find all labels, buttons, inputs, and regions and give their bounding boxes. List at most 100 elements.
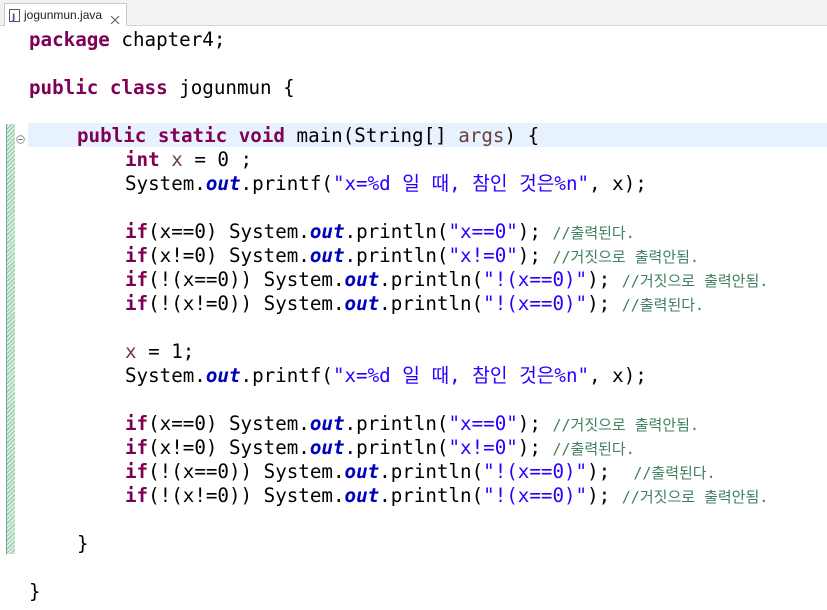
code-text: chapter4; — [109, 28, 226, 51]
code-text: System. — [228, 244, 310, 267]
code-line-int-decl: int x = 0 ; — [125, 148, 252, 172]
keyword: if — [125, 412, 149, 435]
keyword: static — [157, 124, 228, 147]
keyword: if — [125, 220, 149, 243]
code-line-assign: x = 1; — [125, 340, 194, 364]
keyword: if — [125, 292, 149, 315]
code-text: System. — [263, 268, 345, 291]
code-line-if-2c: if(!(x==0)) System.out.println("!(x==0)"… — [125, 460, 716, 484]
code-text: .println( — [344, 220, 449, 243]
code-text: ); — [517, 412, 541, 435]
string-literal: "!(x==0)" — [483, 292, 588, 315]
string-literal: "x!=0" — [448, 244, 518, 267]
variable: x — [171, 148, 183, 171]
code-line-close-method: } — [77, 532, 89, 556]
code-text: ); — [587, 484, 611, 507]
code-text: ); — [517, 220, 541, 243]
field: out — [309, 244, 345, 267]
code-text: System. — [263, 460, 345, 483]
code-text: , x); — [589, 364, 647, 387]
code-line-if-1c: if(!(x==0)) System.out.println("!(x==0)"… — [125, 268, 768, 292]
field: out — [344, 460, 380, 483]
comment: //출력된다. — [633, 464, 716, 482]
keyword: int — [125, 148, 160, 171]
comment: //거짓으로 출력안됨. — [552, 248, 699, 266]
code-text: .printf( — [240, 172, 333, 195]
code-text: main(String[] — [284, 124, 459, 147]
code-line-close-class: } — [29, 580, 41, 604]
keyword: void — [238, 124, 285, 147]
field: out — [205, 172, 241, 195]
comment: //출력된다. — [552, 440, 635, 458]
code-line-if-1b: if(x!=0) System.out.println("x!=0"); //거… — [125, 244, 699, 268]
code-text: System. — [125, 364, 206, 387]
fold-collapse-icon[interactable] — [16, 129, 25, 144]
field: out — [344, 292, 380, 315]
tab-label: jogunmun.java — [24, 8, 103, 22]
code-text: System. — [125, 172, 206, 195]
keyword: if — [125, 268, 149, 291]
keyword: public — [29, 76, 99, 99]
string-literal: "!(x==0)" — [483, 484, 588, 507]
code-text: , x); — [589, 172, 647, 195]
code-text: (x==0) — [148, 220, 218, 243]
code-text: (x!=0) — [148, 436, 218, 459]
code-text: = 0 ; — [182, 148, 253, 171]
code-text: ); — [587, 268, 611, 291]
parameter: args — [458, 124, 505, 147]
code-text: } — [29, 580, 41, 603]
code-text: .println( — [379, 268, 484, 291]
comment: //거짓으로 출력안됨. — [621, 488, 769, 506]
code-line-printf-2: System.out.printf("x=%d 일 때, 참인 것은%n", x… — [125, 364, 647, 388]
code-line-if-1a: if(x==0) System.out.println("x==0"); //출… — [125, 220, 635, 244]
string-literal: "x==0" — [448, 220, 518, 243]
code-text: ); — [517, 436, 541, 459]
code-line-package: package chapter4; — [29, 28, 225, 52]
code-text: (!(x!=0)) — [148, 484, 253, 507]
keyword: package — [29, 28, 110, 51]
string-literal: "x=%d 일 때, 참인 것은%n" — [332, 364, 590, 387]
code-text: ) { — [504, 124, 540, 147]
comment: //출력된다. — [552, 224, 635, 242]
code-line-if-2b: if(x!=0) System.out.println("x!=0"); //출… — [125, 436, 635, 460]
code-line-class-decl: public class jogunmun { — [29, 76, 295, 100]
code-line-if-2a: if(x==0) System.out.println("x==0"); //거… — [125, 412, 699, 436]
code-line-printf-1: System.out.printf("x=%d 일 때, 참인 것은%n", x… — [125, 172, 647, 196]
code-text: .printf( — [240, 364, 333, 387]
string-literal: "!(x==0)" — [483, 268, 588, 291]
string-literal: "x=%d 일 때, 참인 것은%n" — [332, 172, 590, 195]
code-text: ); — [517, 244, 541, 267]
field: out — [205, 364, 241, 387]
keyword: if — [125, 460, 149, 483]
code-text: (x==0) — [148, 412, 218, 435]
code-text: (!(x==0)) — [148, 460, 253, 483]
code-line-if-2d: if(!(x!=0)) System.out.println("!(x==0)"… — [125, 484, 768, 508]
comment: //출력된다. — [621, 296, 705, 314]
code-editor[interactable]: package chapter4; public class jogunmun … — [0, 26, 827, 610]
code-text: .println( — [344, 436, 449, 459]
keyword: if — [125, 244, 149, 267]
code-text: System. — [263, 484, 345, 507]
java-file-icon: J — [9, 8, 20, 22]
keyword: if — [125, 484, 149, 507]
code-text: .println( — [379, 292, 484, 315]
code-text: System. — [228, 412, 310, 435]
code-text: jogunmun { — [167, 76, 295, 99]
code-text: .println( — [344, 412, 449, 435]
quick-diff-marker — [6, 124, 15, 554]
comment: //거짓으로 출력안됨. — [552, 416, 699, 434]
code-text: .println( — [379, 484, 484, 507]
editor-tab-bar: J jogunmun.java — [0, 0, 827, 26]
code-text: .println( — [379, 460, 484, 483]
code-text: (!(x==0)) — [148, 268, 253, 291]
code-text: (x!=0) — [148, 244, 218, 267]
tab-jogunmun-java[interactable]: J jogunmun.java — [4, 3, 128, 26]
keyword: if — [125, 436, 149, 459]
code-text: .println( — [344, 244, 449, 267]
code-text: ); — [587, 292, 611, 315]
field: out — [309, 412, 345, 435]
close-icon[interactable] — [110, 10, 120, 25]
code-text: System. — [228, 220, 310, 243]
code-text: } — [77, 532, 89, 555]
variable: x — [125, 340, 137, 363]
